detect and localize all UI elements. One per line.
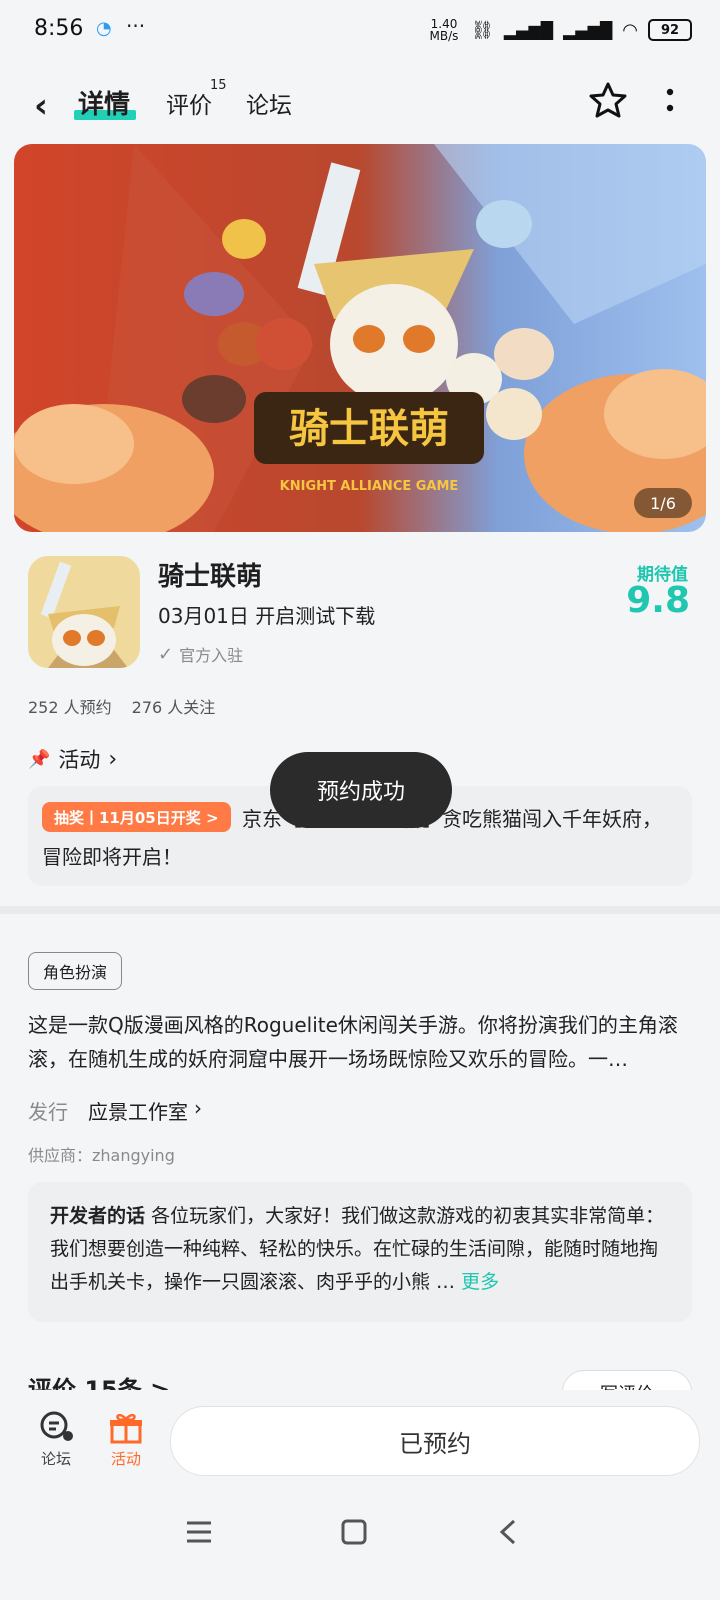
developer-note: 开发者的话 各位玩家们，大家好！我们做这款游戏的初衷其实非常简单：我们想要创造一… [50,1200,670,1299]
status-time: 8:56 [34,16,84,41]
bottom-activity-button[interactable]: 活动 [100,1410,152,1469]
signal-icon-2: ▂▄▆█ [563,20,613,40]
developer-note-title: 开发者的话 [50,1205,146,1227]
chevron-right-icon: › [194,1096,202,1120]
forum-chat-icon [40,1411,73,1441]
pin-icon: 📌 [28,748,51,770]
reservation-count: 252 人预约 [28,698,112,717]
section-divider [0,906,720,914]
tab-review[interactable]: 评价 [166,86,212,120]
more-menu-icon[interactable] [666,88,674,114]
back-icon[interactable]: ‹ [34,86,48,126]
banner-logo-subtitle: KNIGHT ALLIANCE GAME [280,479,459,494]
game-description[interactable]: 这是一款Q版漫画风格的Roguelite休闲闯关手游。你将扮演我们的主角滚滚，在… [28,1008,700,1076]
app-icon [28,556,140,668]
publisher-label: 发行 [28,1100,68,1124]
menu-icon[interactable] [184,1518,214,1546]
bottom-forum-label: 论坛 [40,1450,71,1468]
review-count-badge: 15 [210,78,227,93]
chat-status-icon: ◔ [96,18,112,39]
lottery-tag: 抽奖丨11月05日开奖 > [42,802,231,832]
follower-count: 276 人关注 [131,698,216,717]
chevron-right-icon: › [108,746,118,772]
wifi-icon: ◠ [622,19,638,41]
bottom-forum-button[interactable]: 论坛 [30,1410,82,1469]
link-icon: ⛓ [470,19,494,41]
toast-message: 预约成功 [270,752,452,828]
banner-carousel[interactable]: 骑士联萌 KNIGHT ALLIANCE GAME 1/6 [14,144,706,532]
status-bar: 8:56 ◔ ··· 1.40 MB/s ⛓ ▂▄▆█ ▂▄▆█ ◠ 92 [0,0,720,64]
system-nav-bar [0,1510,720,1570]
status-more: ··· [126,14,146,38]
activity-header[interactable]: 📌 活动 › [28,744,117,774]
gift-icon [110,1413,142,1444]
top-nav: ‹ 详情 评价 15 论坛 [0,64,720,142]
official-label: 官方入驻 [179,646,244,665]
publisher-row[interactable]: 发行 应景工作室 › [28,1096,202,1125]
app-name: 骑士联萌 [158,562,263,592]
reserved-button[interactable]: 已预约 [170,1406,700,1476]
official-badge: ✓ 官方入驻 [158,642,243,666]
developer-more-link[interactable]: 更多 [461,1271,499,1293]
carousel-pager: 1/6 [634,488,692,518]
tab-detail[interactable]: 详情 [78,84,130,121]
battery-icon: 92 [648,19,692,41]
stats-row: 252 人预约 276 人关注 [28,694,215,718]
back-nav-icon[interactable] [496,1518,520,1546]
banner-logo-text: 骑士联萌 [289,406,449,452]
genre-tag[interactable]: 角色扮演 [28,952,123,990]
favorite-star-icon[interactable] [588,80,628,120]
home-icon[interactable] [340,1518,368,1546]
check-circle-icon: ✓ [158,643,174,665]
status-icons: 1.40 MB/s ⛓ ▂▄▆█ ▂▄▆█ ◠ 92 [427,18,692,42]
activity-heading: 活动 [58,748,101,772]
developer-note-card[interactable]: 开发者的话 各位玩家们，大家好！我们做这款游戏的初衷其实非常简单：我们想要创造一… [28,1182,692,1322]
banner-image: 骑士联萌 KNIGHT ALLIANCE GAME [14,144,706,532]
bottom-activity-label: 活动 [110,1450,141,1468]
network-speed: 1.40 MB/s [429,17,459,43]
signal-icon: ▂▄▆█ [503,20,554,40]
bottom-action-bar: 论坛 活动 已预约 [0,1390,720,1600]
expectation-score: 9.8 [626,580,690,621]
test-date: 03月01日 开启测试下载 [158,604,376,628]
publisher-name: 应景工作室 [88,1100,188,1124]
supplier-text: 供应商：zhangying [28,1146,175,1165]
tab-forum[interactable]: 论坛 [246,86,292,120]
